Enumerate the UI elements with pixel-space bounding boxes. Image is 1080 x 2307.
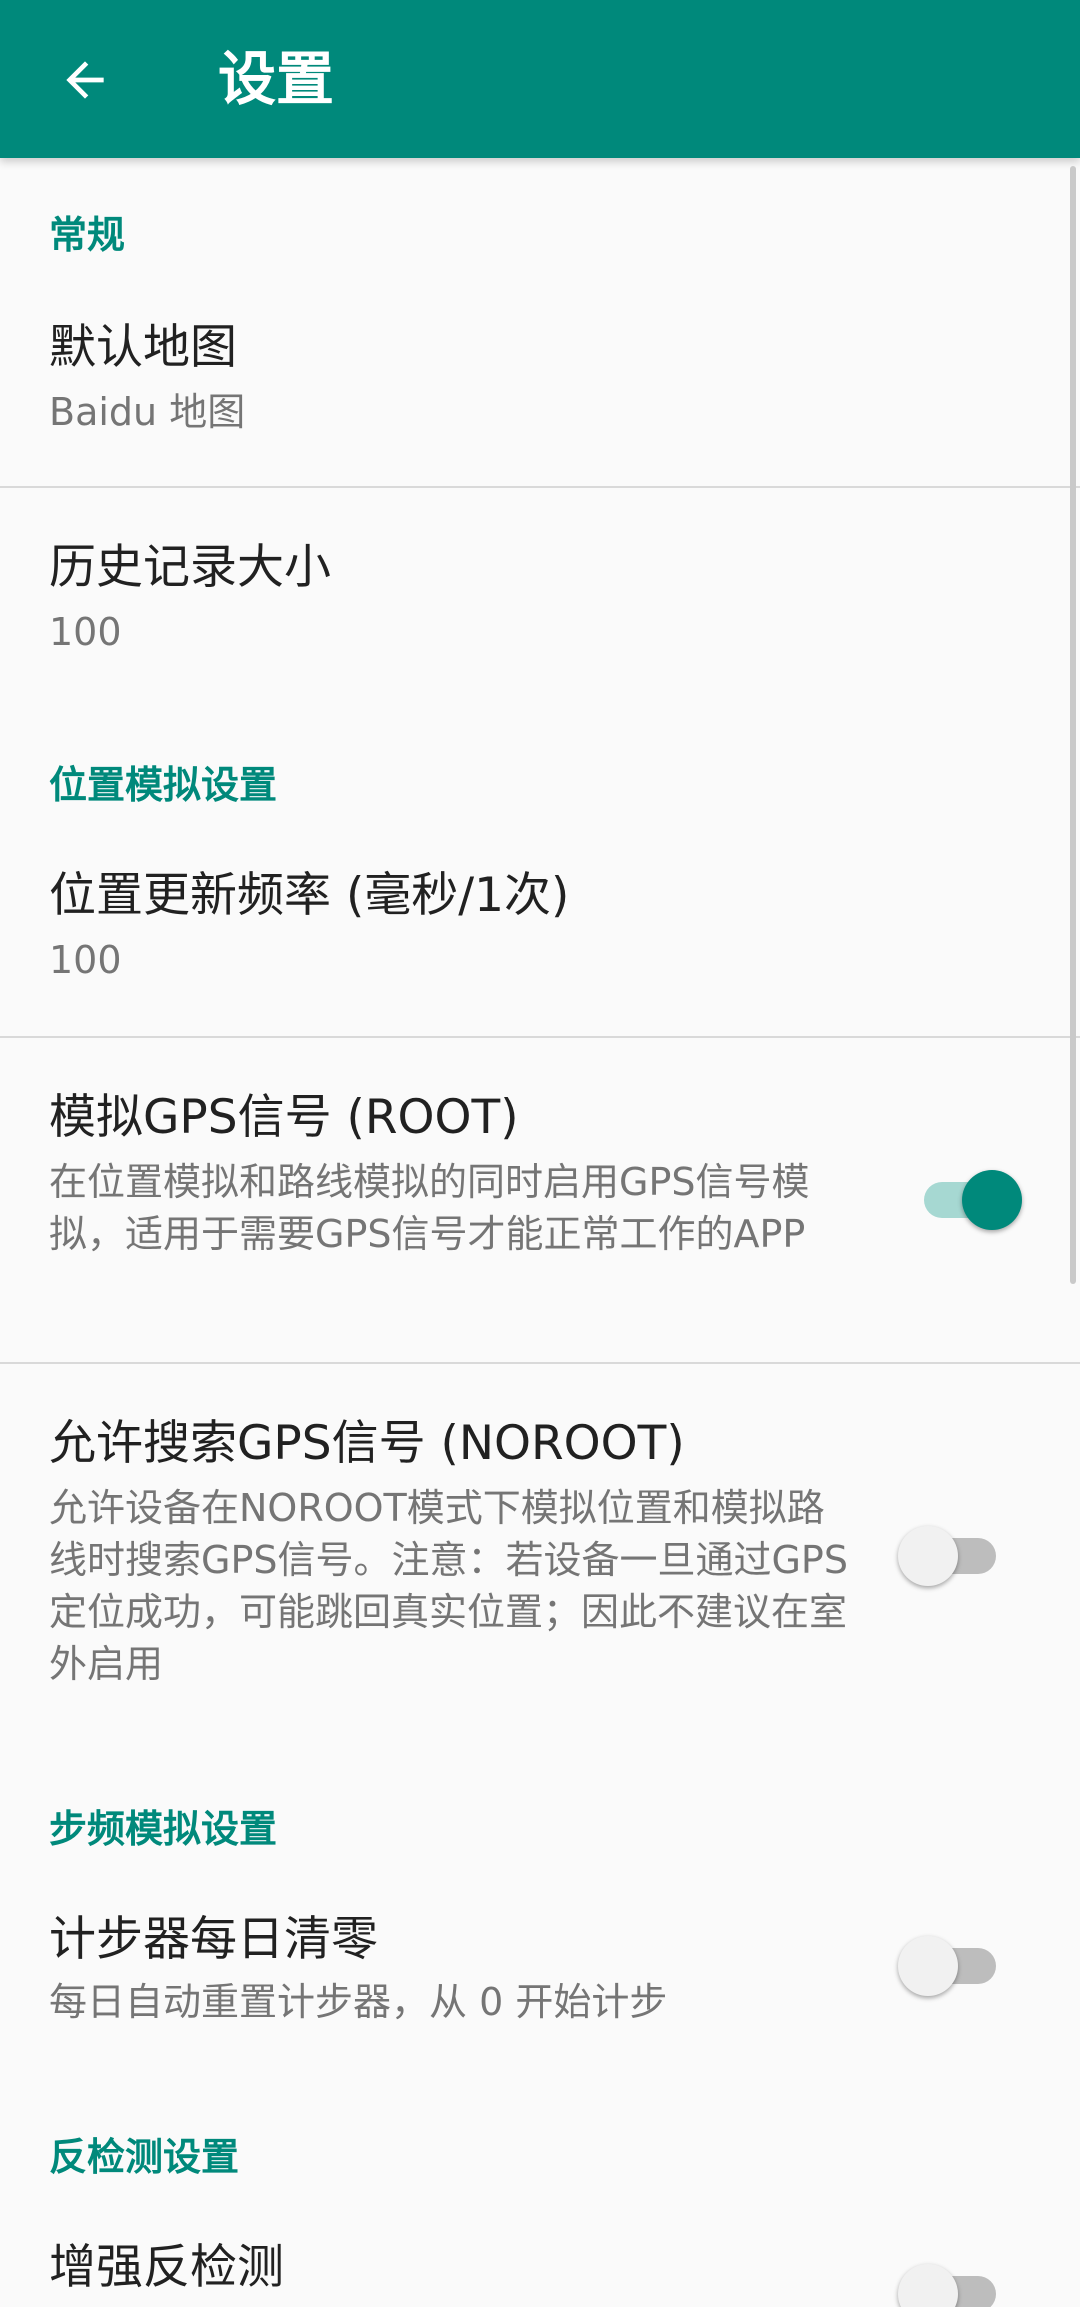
pref-default-map-summary: Baidu 地图 (49, 390, 246, 434)
switch-thumb (898, 1936, 958, 1996)
settings-list: 常规 默认地图 Baidu 地图 历史记录大小 100 位置模拟设置 位置更新频… (0, 158, 1080, 2307)
step-reset-switch[interactable] (898, 1934, 1002, 1998)
pref-default-map-title: 默认地图 (49, 320, 237, 375)
app-bar: 设置 (0, 0, 1080, 158)
allow-gps-search-switch[interactable] (898, 1524, 1002, 1588)
pref-update-rate-title: 位置更新频率 (毫秒/1次) (49, 868, 570, 923)
section-header-general: 常规 (49, 213, 126, 257)
enhanced-anti-switch[interactable] (898, 2262, 1002, 2307)
switch-thumb (898, 2264, 958, 2307)
mock-gps-switch[interactable] (918, 1168, 1022, 1232)
pref-history-size-summary: 100 (49, 610, 122, 654)
pref-mock-gps-summary: 在位置模拟和路线模拟的同时启用GPS信号模拟，适用于需要GPS信号才能正常工作的… (49, 1160, 810, 1256)
back-button[interactable] (40, 35, 130, 125)
arrow-back-icon (66, 61, 104, 99)
switch-thumb (898, 1526, 958, 1586)
pref-enhanced-anti-title: 增强反检测 (49, 2240, 284, 2295)
page-title: 设置 (218, 45, 335, 113)
section-header-anti: 反检测设置 (49, 2135, 240, 2179)
section-header-location: 位置模拟设置 (49, 763, 278, 807)
pref-history-size-title: 历史记录大小 (49, 540, 331, 595)
pref-mock-gps-title: 模拟GPS信号 (ROOT) (49, 1090, 519, 1145)
scrollbar[interactable] (1070, 166, 1076, 1284)
pref-step-reset-title: 计步器每日清零 (49, 1912, 378, 1967)
pref-step-reset-summary: 每日自动重置计步器，从 0 开始计步 (49, 1980, 668, 2024)
pref-update-rate-summary: 100 (49, 938, 122, 982)
pref-allow-gps-search-title: 允许搜索GPS信号 (NOROOT) (49, 1416, 685, 1471)
section-header-step: 步频模拟设置 (49, 1807, 278, 1851)
switch-thumb (962, 1170, 1022, 1230)
pref-allow-gps-search-summary: 允许设备在NOROOT模式下模拟位置和模拟路线时搜索GPS信号。注意：若设备一旦… (49, 1486, 848, 1686)
